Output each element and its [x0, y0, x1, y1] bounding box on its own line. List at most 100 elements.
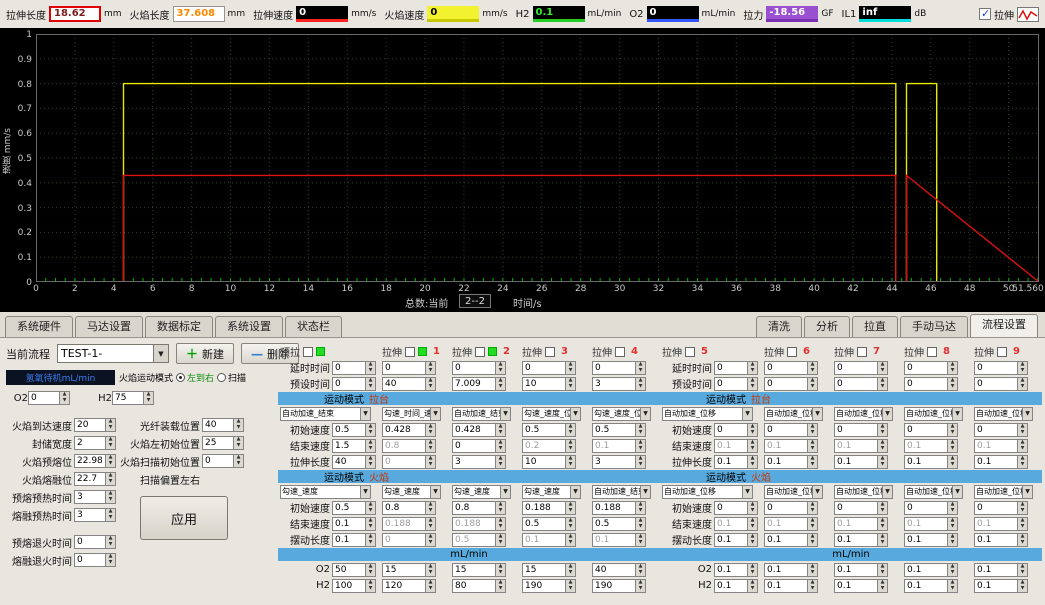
step-checkbox[interactable]: [685, 347, 695, 357]
spinner-icon[interactable]: ▲▼: [877, 502, 887, 514]
spinner-icon[interactable]: ▲▼: [807, 534, 817, 546]
h2-field[interactable]: 0.1▲▼: [904, 579, 958, 593]
preset-field[interactable]: 10▲▼: [522, 377, 576, 391]
spinner-icon[interactable]: ▲▼: [877, 564, 887, 576]
spinner-icon[interactable]: ▲▼: [747, 518, 757, 530]
stage_end-field[interactable]: 0▲▼: [452, 439, 506, 453]
spinner-icon[interactable]: ▲▼: [105, 536, 115, 548]
stage_len-field[interactable]: 10▲▼: [522, 455, 576, 469]
stage_end-field[interactable]: 0.1▲▼: [592, 439, 646, 453]
mode-dropdown[interactable]: 自动加速_位移▼: [764, 407, 823, 421]
chevron-down-icon[interactable]: ▼: [570, 486, 580, 498]
spinner-icon[interactable]: ▲▼: [425, 378, 435, 390]
spinner-icon[interactable]: ▲▼: [105, 509, 115, 521]
stretch-checkbox[interactable]: [979, 8, 991, 20]
spinner-icon[interactable]: ▲▼: [565, 518, 575, 530]
spinner-icon[interactable]: ▲▼: [565, 564, 575, 576]
step-checkbox[interactable]: [997, 347, 1007, 357]
preset-field[interactable]: 7.009▲▼: [452, 377, 506, 391]
spinner-icon[interactable]: ▲▼: [807, 378, 817, 390]
spinner-icon[interactable]: ▲▼: [495, 362, 505, 374]
spinner-icon[interactable]: ▲▼: [365, 378, 375, 390]
chevron-down-icon[interactable]: ▼: [812, 486, 822, 498]
spinner-icon[interactable]: ▲▼: [1017, 362, 1027, 374]
spinner-icon[interactable]: ▲▼: [877, 424, 887, 436]
spinner-icon[interactable]: ▲▼: [365, 564, 375, 576]
spinner-icon[interactable]: ▲▼: [565, 378, 575, 390]
chevron-down-icon[interactable]: ▼: [882, 486, 892, 498]
preset-field[interactable]: 0▲▼: [764, 377, 818, 391]
chevron-down-icon[interactable]: ▼: [952, 486, 962, 498]
mode-dropdown[interactable]: 自动加速_位移▼: [904, 485, 963, 499]
param-field[interactable]: 20▲▼: [74, 418, 116, 432]
flame_init-field[interactable]: 0.188▲▼: [522, 501, 576, 515]
spinner-icon[interactable]: ▲▼: [635, 564, 645, 576]
spinner-icon[interactable]: ▲▼: [635, 440, 645, 452]
spinner-icon[interactable]: ▲▼: [747, 424, 757, 436]
flame_end-field[interactable]: 0.1▲▼: [834, 517, 888, 531]
stage_len-field[interactable]: 0.1▲▼: [974, 455, 1028, 469]
spinner-icon[interactable]: ▲▼: [565, 440, 575, 452]
swing-field[interactable]: 0.1▲▼: [714, 533, 758, 547]
stage_len-field[interactable]: 0.1▲▼: [714, 455, 758, 469]
spinner-icon[interactable]: ▲▼: [495, 518, 505, 530]
delay-field[interactable]: 0▲▼: [834, 361, 888, 375]
chevron-down-icon[interactable]: ▼: [742, 486, 752, 498]
flame_end-field[interactable]: 0.1▲▼: [714, 517, 758, 531]
spinner-icon[interactable]: ▲▼: [877, 440, 887, 452]
mode-dropdown[interactable]: 勾速_速度▼: [280, 485, 371, 499]
spinner-icon[interactable]: ▲▼: [105, 473, 115, 485]
o2-field[interactable]: 0.1▲▼: [764, 563, 818, 577]
spinner-icon[interactable]: ▲▼: [425, 456, 435, 468]
h2-field[interactable]: 120▲▼: [382, 579, 436, 593]
spinner-icon[interactable]: ▲▼: [635, 502, 645, 514]
h2-field[interactable]: 190▲▼: [592, 579, 646, 593]
tab-left-3[interactable]: 系统设置: [215, 316, 283, 337]
spinner-icon[interactable]: ▲▼: [365, 456, 375, 468]
delay-field[interactable]: 0▲▼: [452, 361, 506, 375]
spinner-icon[interactable]: ▲▼: [877, 580, 887, 592]
param-field[interactable]: 22.98▲▼: [74, 454, 116, 468]
param-field[interactable]: 25▲▼: [202, 436, 244, 450]
h2-field[interactable]: 0.1▲▼: [764, 579, 818, 593]
stage_init-field[interactable]: 0▲▼: [834, 423, 888, 437]
h2-field[interactable]: 0.1▲▼: [714, 579, 758, 593]
chevron-down-icon[interactable]: ▼: [640, 408, 650, 420]
flame_end-field[interactable]: 0.5▲▼: [522, 517, 576, 531]
flame_init-field[interactable]: 0▲▼: [834, 501, 888, 515]
flame_end-field[interactable]: 0.1▲▼: [904, 517, 958, 531]
spinner-icon[interactable]: ▲▼: [365, 440, 375, 452]
spinner-icon[interactable]: ▲▼: [425, 440, 435, 452]
spinner-icon[interactable]: ▲▼: [495, 502, 505, 514]
spinner-icon[interactable]: ▲▼: [747, 502, 757, 514]
spinner-icon[interactable]: ▲▼: [635, 456, 645, 468]
preset-field[interactable]: 0▲▼: [332, 377, 376, 391]
flame_init-field[interactable]: 0▲▼: [974, 501, 1028, 515]
stage_init-field[interactable]: 0.5▲▼: [522, 423, 576, 437]
spinner-icon[interactable]: ▲▼: [233, 437, 243, 449]
delay-field[interactable]: 0▲▼: [714, 361, 758, 375]
chevron-down-icon[interactable]: ▼: [500, 408, 510, 420]
stage_len-field[interactable]: 0.1▲▼: [904, 455, 958, 469]
preset-field[interactable]: 0▲▼: [834, 377, 888, 391]
spinner-icon[interactable]: ▲▼: [947, 502, 957, 514]
swing-field[interactable]: 0.5▲▼: [452, 533, 506, 547]
param-field[interactable]: 40▲▼: [202, 418, 244, 432]
spinner-icon[interactable]: ▲▼: [105, 455, 115, 467]
flame_init-field[interactable]: 0▲▼: [764, 501, 818, 515]
o2-field[interactable]: 0.1▲▼: [974, 563, 1028, 577]
swing-field[interactable]: 0.1▲▼: [974, 533, 1028, 547]
chevron-down-icon[interactable]: ▼: [430, 408, 440, 420]
spinner-icon[interactable]: ▲▼: [425, 580, 435, 592]
stretch-toggle[interactable]: 拉伸: [979, 7, 1039, 22]
spinner-icon[interactable]: ▲▼: [747, 378, 757, 390]
stage_init-field[interactable]: 0▲▼: [764, 423, 818, 437]
spinner-icon[interactable]: ▲▼: [635, 580, 645, 592]
spinner-icon[interactable]: ▲▼: [565, 534, 575, 546]
stage_len-field[interactable]: 3▲▼: [452, 455, 506, 469]
stage_end-field[interactable]: 0.1▲▼: [904, 439, 958, 453]
spinner-icon[interactable]: ▲▼: [807, 424, 817, 436]
spinner-icon[interactable]: ▲▼: [1017, 424, 1027, 436]
flame_init-field[interactable]: 0.188▲▼: [592, 501, 646, 515]
tab-left-0[interactable]: 系统硬件: [5, 316, 73, 337]
